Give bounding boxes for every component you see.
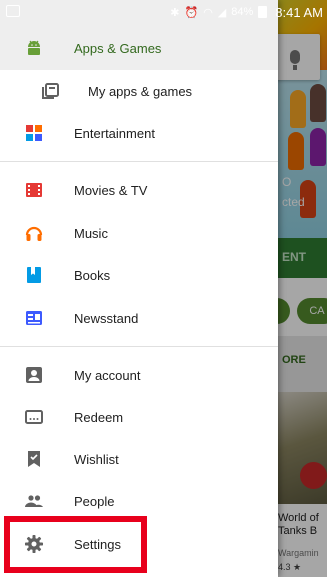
drawer-divider	[0, 346, 278, 347]
drawer-item-label: Apps & Games	[74, 40, 162, 56]
library-icon	[42, 83, 59, 99]
drawer-item-music[interactable]: Music	[0, 212, 278, 254]
drawer-item-label: Redeem	[74, 409, 124, 425]
book-icon	[27, 267, 41, 283]
drawer-item-my-apps-games[interactable]: My apps & games	[0, 70, 278, 112]
alarm-icon: ⏰	[184, 6, 199, 19]
drawer-item-movies-tv[interactable]: Movies & TV	[0, 169, 278, 211]
drawer-item-label: Movies & TV	[74, 182, 148, 198]
drawer-item-label: My account	[74, 367, 141, 383]
drawer-item-entertainment[interactable]: Entertainment	[0, 112, 278, 154]
notification-icon	[6, 5, 20, 17]
drawer-item-label: My apps & games	[88, 83, 193, 99]
bluetooth-icon: ✱	[170, 6, 180, 19]
entertainment-icon	[26, 125, 42, 141]
drawer-item-wishlist[interactable]: Wishlist	[0, 438, 278, 480]
account-icon	[26, 367, 42, 383]
wishlist-icon	[28, 451, 40, 467]
drawer-divider	[0, 161, 278, 162]
status-bar: ✱ ⏰ ◠ ◢ 84% 8:41 AM	[0, 0, 327, 24]
battery-percent: 84%	[231, 6, 254, 18]
drawer-item-label: Entertainment	[74, 125, 155, 141]
settings-highlight-box	[4, 516, 147, 573]
drawer-item-label: Books	[74, 267, 111, 283]
drawer-item-my-account[interactable]: My account	[0, 354, 278, 396]
navigation-drawer: Apps & Games My apps & games Entertainme…	[0, 0, 278, 577]
drawer-item-newsstand[interactable]: Newsstand	[0, 297, 278, 339]
clock: 8:41 AM	[275, 4, 323, 20]
signal-icon: ◢	[217, 6, 227, 19]
drawer-item-books[interactable]: Books	[0, 254, 278, 296]
people-icon	[25, 495, 43, 507]
headphones-icon	[25, 226, 43, 241]
drawer-item-apps-games[interactable]: Apps & Games	[0, 27, 278, 69]
movies-icon	[26, 183, 42, 197]
status-icons: ✱ ⏰ ◠ ◢ 84% 8:41 AM	[170, 5, 323, 20]
redeem-icon	[25, 410, 43, 424]
drawer-item-redeem[interactable]: Redeem	[0, 396, 278, 438]
android-icon	[28, 40, 40, 55]
drawer-item-label: Wishlist	[74, 451, 119, 467]
wifi-icon: ◠	[203, 6, 213, 19]
newsstand-icon	[26, 311, 42, 325]
drawer-item-label: Music	[74, 225, 108, 241]
drawer-item-label: People	[74, 493, 115, 509]
battery-icon	[258, 6, 268, 18]
drawer-item-label: Newsstand	[74, 310, 139, 326]
